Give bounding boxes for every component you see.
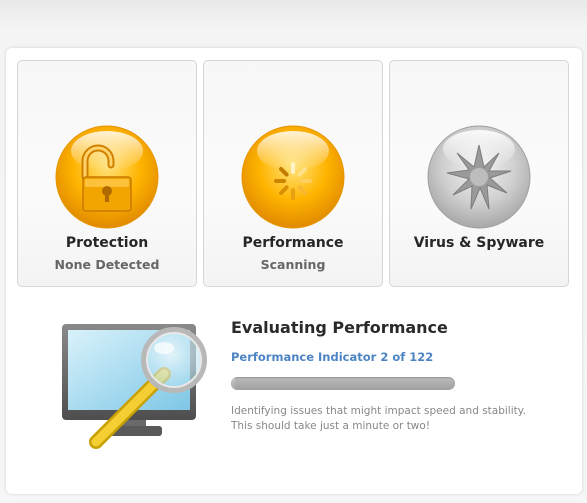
description-line-2: This should take just a minute or two! bbox=[231, 420, 431, 432]
card-protection[interactable]: Protection None Detected bbox=[17, 60, 197, 287]
card-virus-spyware[interactable]: Virus & Spyware bbox=[389, 60, 569, 287]
app-window: Protection None Detected Performance Sca… bbox=[0, 0, 587, 503]
card-performance[interactable]: Performance Scanning bbox=[203, 60, 383, 287]
card-title: Virus & Spyware bbox=[413, 235, 545, 251]
monitor-magnifier-icon bbox=[62, 324, 207, 449]
evaluation-description: Identifying issues that might impact spe… bbox=[231, 404, 561, 434]
spinner-icon bbox=[241, 125, 345, 229]
description-line-1: Identifying issues that might impact spe… bbox=[231, 405, 526, 417]
card-status: Scanning bbox=[260, 257, 326, 272]
card-title: Performance bbox=[242, 235, 344, 251]
title-bar bbox=[0, 0, 587, 10]
padlock-icon bbox=[55, 125, 159, 229]
virus-icon bbox=[427, 125, 531, 229]
card-title: Protection bbox=[65, 235, 149, 251]
evaluation-heading: Evaluating Performance bbox=[231, 318, 448, 337]
performance-indicator: Performance Indicator 2 of 122 bbox=[231, 350, 434, 364]
scan-progress-bar bbox=[231, 377, 455, 390]
card-status: None Detected bbox=[54, 257, 160, 272]
